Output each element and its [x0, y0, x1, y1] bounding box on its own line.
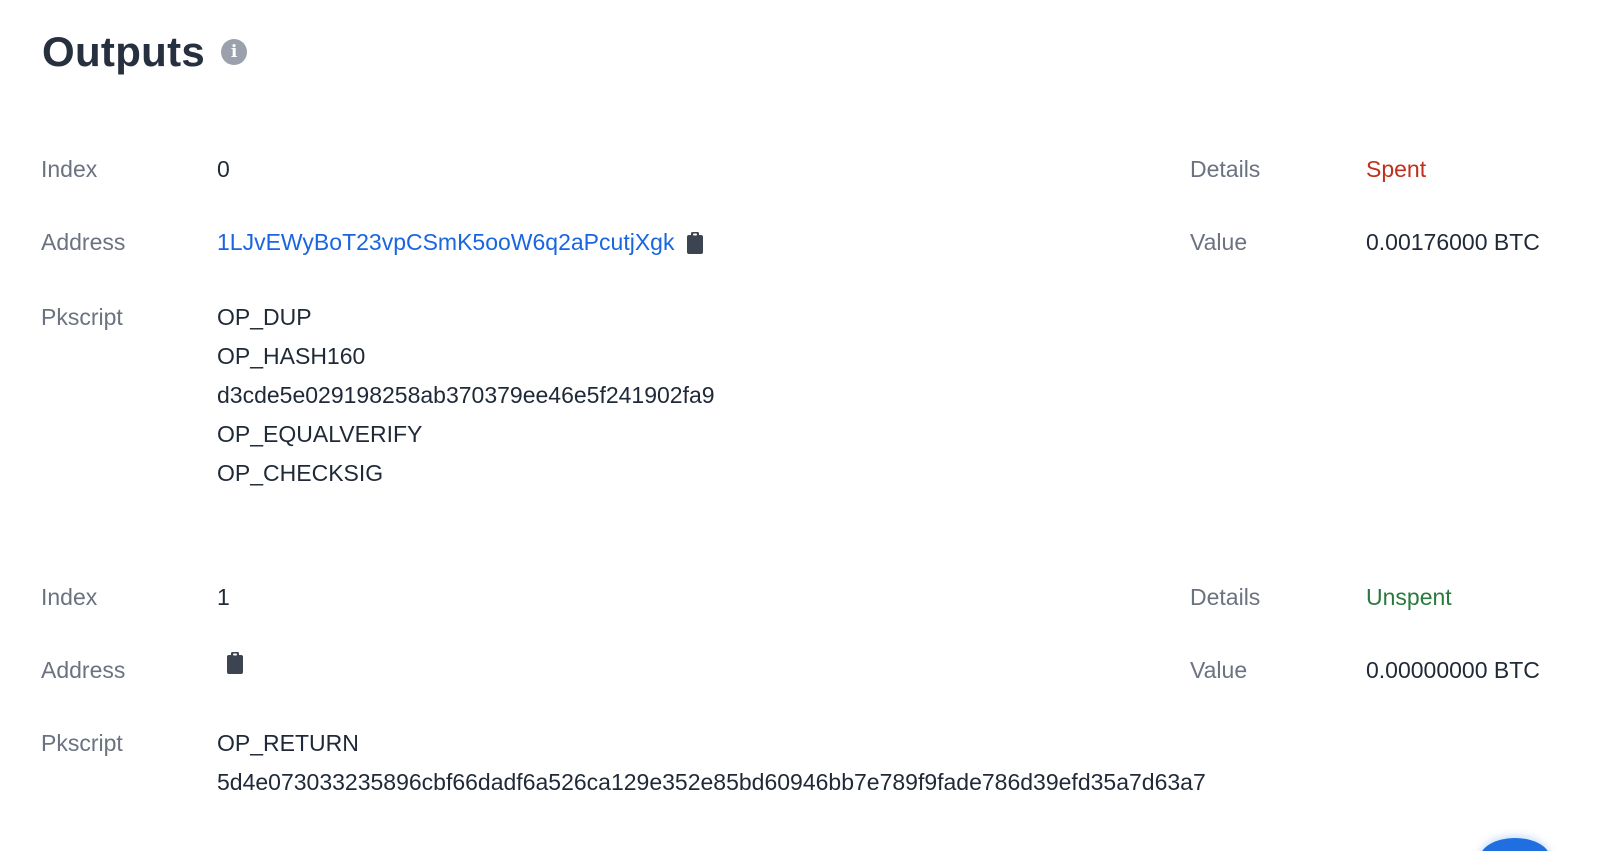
- pkscript-op: OP_HASH160: [217, 343, 366, 369]
- pkscript-value: OP_DUP OP_HASH160 d3cde5e029198258ab3703…: [217, 298, 715, 493]
- index-value: 1: [217, 584, 230, 610]
- address-label: Address: [41, 657, 126, 683]
- outputs-header: Outputs i: [42, 28, 248, 76]
- floating-action-button[interactable]: [1480, 838, 1550, 851]
- info-icon[interactable]: i: [221, 39, 248, 65]
- btc-value: 0.00176000 BTC: [1366, 229, 1540, 255]
- section-title: Outputs: [42, 28, 206, 75]
- index-label: Index: [41, 584, 98, 610]
- pkscript-op: OP_EQUALVERIFY: [217, 421, 423, 447]
- details-label: Details: [1190, 156, 1261, 182]
- pkscript-label: Pkscript: [41, 730, 123, 756]
- address-link[interactable]: 1LJvEWyBoT23vpCSmK5ooW6q2aPcutjXgk: [217, 223, 674, 262]
- address-value: 1LJvEWyBoT23vpCSmK5ooW6q2aPcutjXgk: [217, 223, 704, 262]
- clipboard-icon[interactable]: [226, 651, 244, 675]
- value-label: Value: [1190, 229, 1248, 255]
- status-badge: Spent: [1366, 156, 1427, 182]
- pkscript-value: OP_RETURN 5d4e073033235896cbf66dadf6a526…: [217, 724, 1206, 802]
- value-label: Value: [1190, 657, 1248, 683]
- clipboard-icon[interactable]: [686, 231, 704, 255]
- outputs-page: Outputs i Index 0 Details Spent Address …: [0, 0, 1600, 851]
- index-value: 0: [217, 156, 230, 182]
- details-label: Details: [1190, 584, 1261, 610]
- status-badge: Unspent: [1366, 584, 1452, 610]
- pkscript-hash: d3cde5e029198258ab370379ee46e5f241902fa9: [217, 382, 715, 408]
- pkscript-label: Pkscript: [41, 304, 123, 330]
- pkscript-hash: 5d4e073033235896cbf66dadf6a526ca129e352e…: [217, 769, 1206, 795]
- index-label: Index: [41, 156, 98, 182]
- btc-value: 0.00000000 BTC: [1366, 657, 1540, 683]
- address-value: [217, 651, 244, 675]
- pkscript-op: OP_CHECKSIG: [217, 460, 384, 486]
- pkscript-op: OP_RETURN: [217, 730, 359, 756]
- pkscript-op: OP_DUP: [217, 304, 312, 330]
- address-label: Address: [41, 229, 126, 255]
